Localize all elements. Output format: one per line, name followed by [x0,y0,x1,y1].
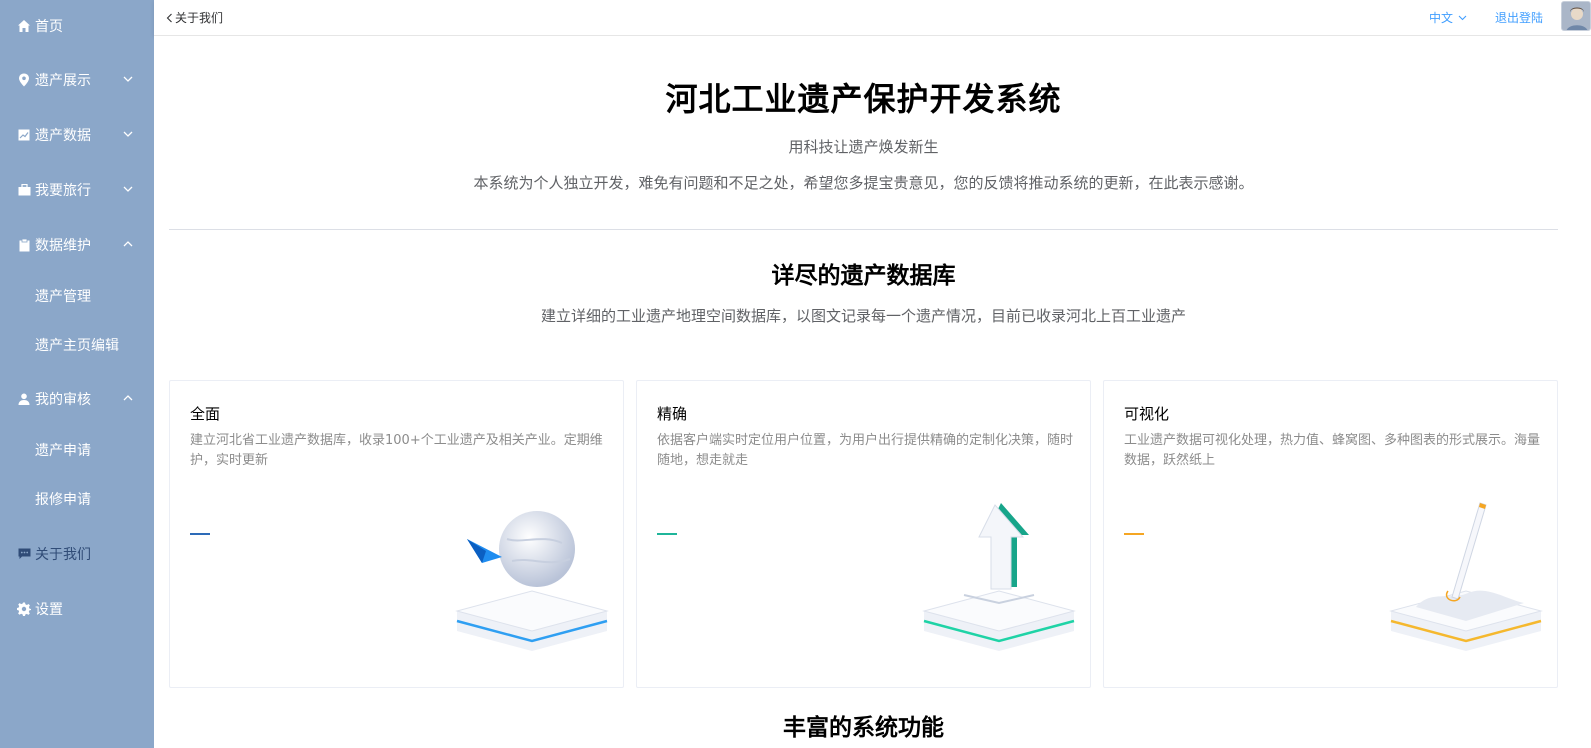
clipboard-icon [17,238,31,252]
page-description: 本系统为个人独立开发，难免有问题和不足之处，希望您多提宝贵意见，您的反馈将推动系… [473,174,1254,192]
sidebar-item-label: 遗产主页编辑 [35,338,119,354]
sidebar-item-label: 数据维护 [35,238,91,254]
sidebar-item-label: 关于我们 [35,547,91,563]
card-text: 工业遗产数据可视化处理，热力值、蜂窝图、多种图表的形式展示。海量数据，跃然纸上 [1124,433,1541,468]
pen-illustration [1389,502,1543,651]
globe-illustration [455,511,609,651]
section-description-database: 建立详细的工业遗产地理空间数据库，以图文记录每一个遗产情况，目前已收录河北上百工… [540,307,1186,325]
page-subtitle: 用科技让遗产焕发新生 [788,138,939,156]
avatar[interactable] [1561,1,1591,31]
feature-card-visualization: 可视化 工业遗产数据可视化处理，热力值、蜂窝图、多种图表的形式展示。海量数据，跃… [1103,380,1558,688]
sidebar-item-travel[interactable]: 我要旅行 [0,170,154,210]
card-accent-line [1124,533,1144,535]
divider [169,229,1558,230]
chevron-down-icon [1458,15,1467,20]
sidebar-item-heritage-homepage-edit[interactable]: 遗产主页编辑 [0,327,154,363]
sidebar-item-home[interactable]: 首页 [0,6,154,46]
card-text: 依据客户端实时定位用户位置，为用户出行提供精确的定制化决策，随时随地，想走就走 [657,433,1074,468]
card-accent-line [190,533,210,535]
sidebar-item-label: 遗产数据 [35,128,91,144]
sidebar-item-label: 报修申请 [35,492,91,508]
language-dropdown[interactable]: 中文 [1429,9,1467,26]
logout-link[interactable]: 退出登陆 [1495,9,1543,26]
chevron-left-icon [166,13,172,22]
breadcrumb[interactable]: 关于我们 [166,9,223,26]
sidebar-item-about-us[interactable]: 关于我们 [0,534,154,574]
home-icon [17,19,31,33]
main-content: 河北工业遗产保护开发系统 用科技让遗产焕发新生 本系统为个人独立开发，难免有问题… [154,36,1591,748]
location-icon [17,73,31,87]
arrow-up-illustration [922,503,1076,651]
feature-card-precise: 精确 依据客户端实时定位用户位置，为用户出行提供精确的定制化决策，随时随地，想走… [636,380,1091,688]
card-title: 可视化 [1124,405,1170,423]
sidebar-item-label: 我要旅行 [35,183,91,199]
chevron-down-icon [123,131,133,137]
sidebar-item-heritage-management[interactable]: 遗产管理 [0,278,154,314]
feature-card-comprehensive: 全面 建立河北省工业遗产数据库，收录100+个工业遗产及相关产业。定期维护，实时… [169,380,624,688]
gear-icon [17,602,31,616]
sidebar-item-label: 设置 [35,602,63,618]
chat-icon [17,547,31,561]
top-header: 关于我们 中文 退出登陆 [154,0,1591,36]
sidebar-item-settings[interactable]: 设置 [0,589,154,629]
sidebar-item-heritage-data[interactable]: 遗产数据 [0,115,154,155]
section-title-features: 丰富的系统功能 [783,715,944,741]
sidebar-item-label: 遗产展示 [35,73,91,89]
card-title: 精确 [657,405,688,423]
sidebar-item-heritage-display[interactable]: 遗产展示 [0,60,154,100]
page-title: 河北工业遗产保护开发系统 [665,80,1062,118]
sidebar-item-label: 我的审核 [35,392,91,408]
chart-icon [17,128,31,142]
breadcrumb-label: 关于我们 [175,11,224,25]
sidebar-item-label: 首页 [35,19,63,35]
section-title-database: 详尽的遗产数据库 [771,263,956,289]
sidebar-item-heritage-application[interactable]: 遗产申请 [0,432,154,468]
chevron-up-icon [123,241,133,247]
chevron-down-icon [123,186,133,192]
sidebar-item-label: 遗产申请 [35,443,91,459]
user-icon [17,392,31,406]
sidebar-item-label: 遗产管理 [35,289,91,305]
card-accent-line [657,533,677,535]
card-title: 全面 [190,405,221,423]
sidebar-item-my-review[interactable]: 我的审核 [0,379,154,419]
sidebar-item-repair-application[interactable]: 报修申请 [0,481,154,517]
chevron-up-icon [123,395,133,401]
chevron-down-icon [123,76,133,82]
sidebar: 首页 遗产展示 遗产数据 我要旅行 数据维护 遗产管理 遗产主页编辑 我的审核 … [0,0,154,748]
suitcase-icon [17,183,31,197]
card-text: 建立河北省工业遗产数据库，收录100+个工业遗产及相关产业。定期维护，实时更新 [190,433,603,468]
sidebar-item-data-maintenance[interactable]: 数据维护 [0,225,154,265]
language-label: 中文 [1428,11,1453,25]
